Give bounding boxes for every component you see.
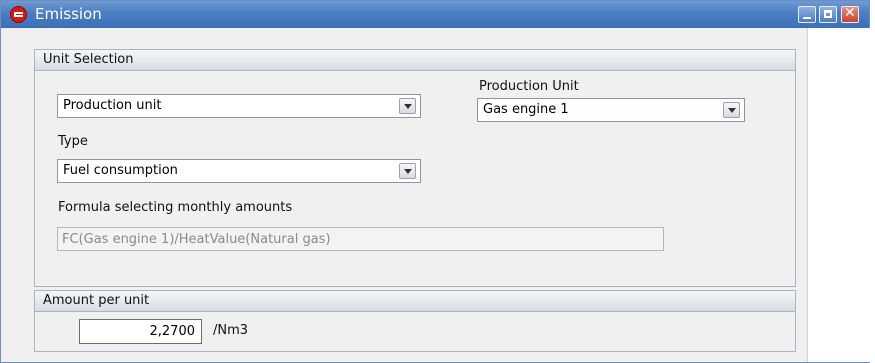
close-icon: ✕: [844, 5, 856, 21]
type-label: Type: [58, 134, 88, 149]
window-title: Emission: [35, 5, 102, 23]
close-button[interactable]: ✕: [841, 5, 859, 23]
formula-label: Formula selecting monthly amounts: [58, 200, 293, 215]
amount-per-unit-group: Amount per unit 2,2700 /Nm3: [34, 290, 796, 352]
maximize-button[interactable]: [819, 6, 837, 23]
emission-window: Emission ✕ Unit Selection Production uni…: [0, 0, 870, 363]
production-unit-value: Gas engine 1: [483, 102, 569, 117]
maximize-icon: [824, 10, 832, 18]
amount-per-unit-header: Amount per unit: [35, 291, 795, 312]
formula-value: FC(Gas engine 1)/HeatValue(Natural gas): [62, 232, 331, 247]
formula-field: FC(Gas engine 1)/HeatValue(Natural gas): [57, 227, 664, 251]
chevron-down-icon[interactable]: [399, 163, 416, 179]
unit-selection-header: Unit Selection: [35, 50, 795, 71]
production-unit-select[interactable]: Gas engine 1: [477, 98, 745, 122]
production-unit-label: Production Unit: [479, 79, 579, 94]
amount-unit-label: /Nm3: [213, 323, 249, 338]
type-value: Fuel consumption: [63, 163, 178, 178]
chevron-down-icon[interactable]: [723, 102, 740, 118]
minimize-icon: [803, 17, 811, 19]
right-panel: [807, 28, 870, 362]
chevron-down-icon[interactable]: [399, 98, 416, 114]
unit-selection-group: Unit Selection Production unit Productio…: [34, 49, 796, 287]
unit-kind-value: Production unit: [63, 98, 162, 113]
app-icon: [10, 6, 27, 23]
unit-kind-select[interactable]: Production unit: [57, 94, 421, 118]
amount-value: 2,2700: [149, 324, 196, 339]
title-bar[interactable]: Emission ✕: [1, 1, 869, 28]
type-select[interactable]: Fuel consumption: [57, 159, 421, 183]
minimize-button[interactable]: [798, 6, 816, 23]
amount-input[interactable]: 2,2700: [79, 319, 202, 344]
